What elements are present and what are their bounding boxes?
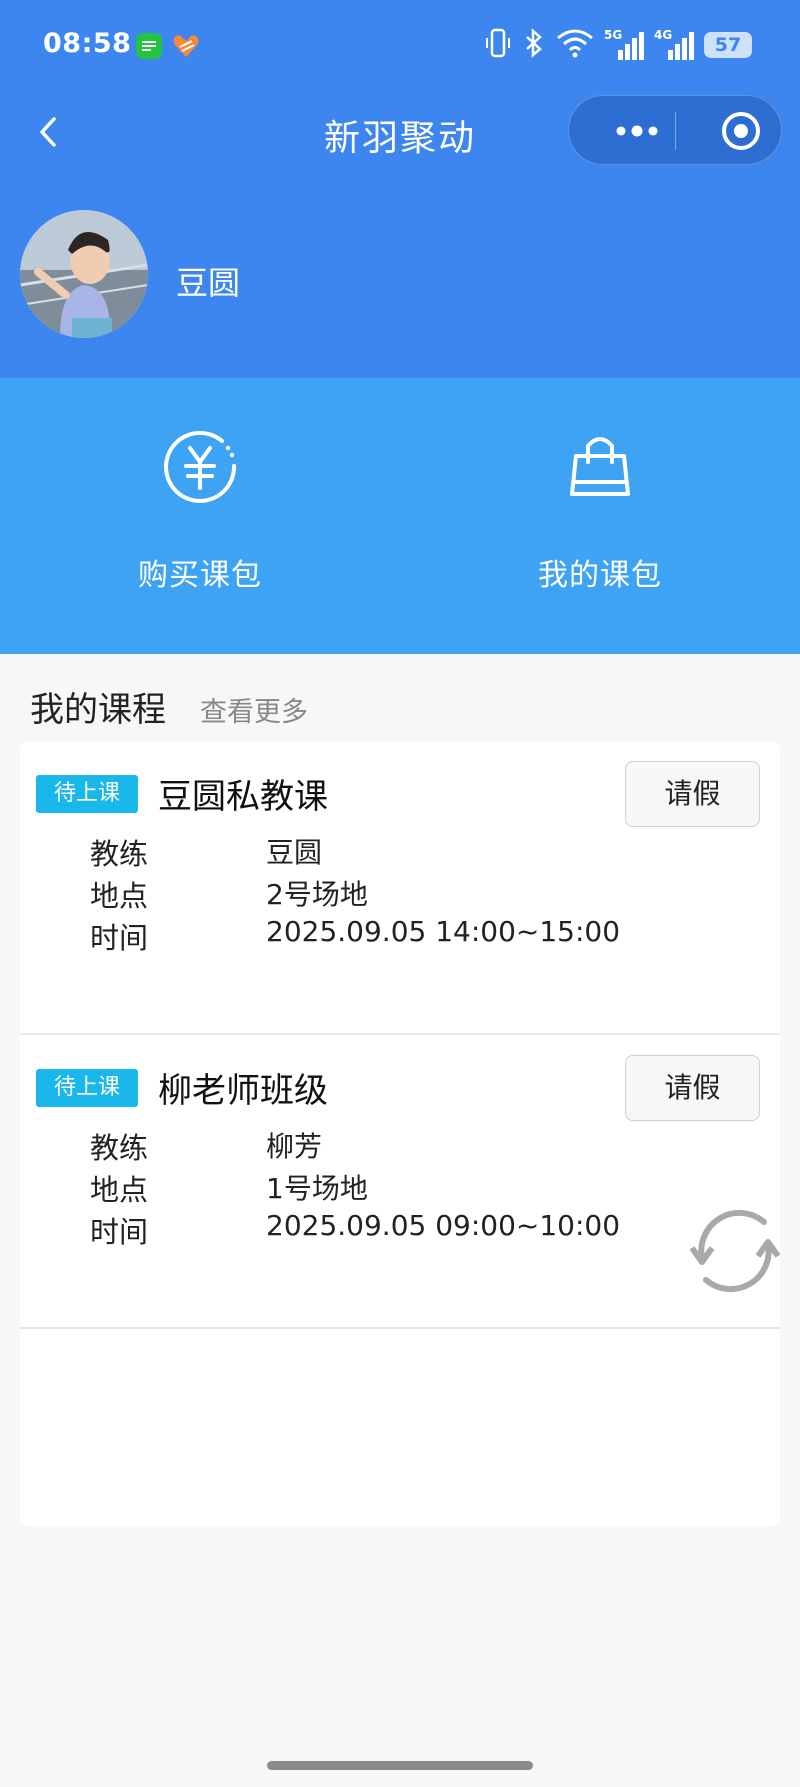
- close-mini-program-button[interactable]: [699, 96, 769, 166]
- signal-5g-icon: 5G: [604, 28, 644, 62]
- leave-button[interactable]: 请假: [625, 761, 760, 827]
- buy-package-button[interactable]: 购买课包: [100, 428, 300, 618]
- leave-button[interactable]: 请假: [625, 1055, 760, 1121]
- coach-label: 教练: [90, 837, 149, 871]
- time-value: 2025.09.05 09:00~10:00: [266, 1209, 621, 1242]
- place-label: 地点: [90, 879, 149, 913]
- refresh-icon: [689, 1209, 781, 1293]
- time-label: 时间: [90, 921, 149, 955]
- refresh-button[interactable]: [680, 1196, 790, 1306]
- course-name: 柳老师班级: [158, 1071, 328, 1111]
- course-name: 豆圆私教课: [158, 777, 328, 817]
- courses-section-header: 我的课程 查看更多: [30, 682, 308, 732]
- buy-package-label: 购买课包: [138, 558, 262, 593]
- vibrate-icon: [484, 28, 512, 62]
- username: 豆圆: [176, 264, 241, 302]
- view-more-link[interactable]: 查看更多: [200, 690, 308, 729]
- my-packages-label: 我的课包: [538, 558, 662, 593]
- coach-value: 柳芳: [266, 1130, 323, 1163]
- place-value: 2号场地: [266, 878, 368, 911]
- more-dots-icon: [616, 125, 658, 137]
- coach-value: 豆圆: [266, 836, 323, 869]
- avatar-photo-icon: [20, 210, 148, 338]
- status-indicators: 5G 4G 57: [484, 28, 752, 62]
- coach-label: 教练: [90, 1131, 149, 1165]
- time-label: 时间: [90, 1215, 149, 1249]
- my-packages-button[interactable]: 我的课包: [500, 428, 700, 618]
- status-bar: 08:58 5G 4G 57: [0, 0, 800, 90]
- chat-app-icon: [136, 33, 162, 59]
- header: 08:58 5G 4G 57 新羽聚动 豆圆: [0, 0, 800, 378]
- course-card[interactable]: 待上课 豆圆私教课 请假 教练 豆圆 地点 2号场地 时间 2025.09.05…: [20, 741, 780, 1035]
- place-label: 地点: [90, 1173, 149, 1207]
- more-options-button[interactable]: [599, 96, 679, 166]
- capsule-divider: [675, 112, 676, 150]
- course-list: 待上课 豆圆私教课 请假 教练 豆圆 地点 2号场地 时间 2025.09.05…: [20, 741, 780, 1526]
- course-card[interactable]: 待上课 柳老师班级 请假 教练 柳芳 地点 1号场地 时间 2025.09.05…: [20, 1035, 780, 1329]
- quick-actions: 购买课包 我的课包: [0, 378, 800, 654]
- avatar[interactable]: [20, 210, 148, 338]
- place-value: 1号场地: [266, 1172, 368, 1205]
- title-bar: 新羽聚动: [0, 95, 800, 170]
- time-value: 2025.09.05 14:00~15:00: [266, 915, 621, 948]
- target-circle-icon: [722, 112, 760, 150]
- shopping-bag-icon: [570, 437, 630, 496]
- status-badge: 待上课: [36, 1069, 138, 1107]
- heart-app-icon: [172, 33, 199, 59]
- signal-4g-icon: 4G: [654, 28, 694, 62]
- home-indicator[interactable]: [267, 1761, 533, 1770]
- wifi-icon: [556, 28, 594, 62]
- status-time: 08:58: [43, 28, 132, 59]
- battery-indicator: 57: [704, 32, 752, 58]
- status-badge: 待上课: [36, 775, 138, 813]
- yuan-coin-icon: [164, 430, 237, 503]
- section-title: 我的课程: [30, 690, 166, 730]
- mini-program-capsule: [568, 95, 782, 165]
- bluetooth-icon: [522, 28, 546, 62]
